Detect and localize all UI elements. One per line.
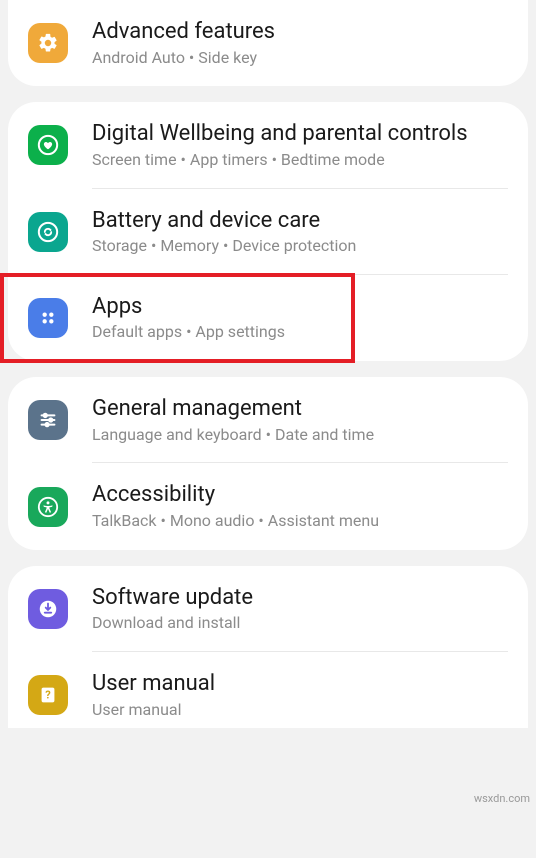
settings-group: Advanced features Android Auto • Side ke… [8, 0, 528, 86]
settings-item-text: User manual User manual [92, 670, 508, 720]
settings-item-accessibility[interactable]: Accessibility TalkBack • Mono audio • As… [8, 463, 528, 549]
settings-item-user-manual[interactable]: ? User manual User manual [8, 652, 528, 728]
settings-item-subtitle: User manual [92, 700, 508, 721]
settings-item-text: Apps Default apps • App settings [92, 293, 333, 343]
settings-group: Digital Wellbeing and parental controls … [8, 102, 528, 361]
settings-group: Software update Download and install ? U… [8, 566, 528, 729]
settings-item-battery-care[interactable]: Battery and device care Storage • Memory… [8, 189, 528, 275]
settings-item-title: Digital Wellbeing and parental controls [92, 120, 508, 148]
settings-item-software-update[interactable]: Software update Download and install [8, 566, 528, 652]
settings-item-subtitle: Storage • Memory • Device protection [92, 236, 508, 257]
watermark-text: wsxdn.com [474, 792, 530, 805]
download-circle-icon [28, 589, 68, 629]
dots-grid-icon [28, 298, 68, 338]
settings-item-text: Accessibility TalkBack • Mono audio • As… [92, 481, 508, 531]
book-question-icon: ? [28, 675, 68, 715]
settings-item-digital-wellbeing[interactable]: Digital Wellbeing and parental controls … [8, 102, 528, 188]
settings-item-general-management[interactable]: General management Language and keyboard… [8, 377, 528, 463]
settings-item-text: Software update Download and install [92, 584, 508, 634]
svg-text:?: ? [45, 689, 51, 702]
sliders-icon [28, 400, 68, 440]
settings-item-text: General management Language and keyboard… [92, 395, 508, 445]
settings-item-title: Advanced features [92, 18, 508, 46]
refresh-circle-icon [28, 212, 68, 252]
settings-item-title: User manual [92, 670, 508, 698]
settings-item-subtitle: Download and install [92, 613, 508, 634]
settings-item-text: Digital Wellbeing and parental controls … [92, 120, 508, 170]
settings-item-title: Accessibility [92, 481, 508, 509]
settings-item-title: Software update [92, 584, 508, 612]
settings-item-subtitle: Screen time • App timers • Bedtime mode [92, 150, 508, 171]
settings-item-apps[interactable]: Apps Default apps • App settings [2, 275, 353, 361]
person-circle-icon [28, 487, 68, 527]
settings-item-text: Battery and device care Storage • Memory… [92, 207, 508, 257]
gear-plus-icon [28, 23, 68, 63]
settings-item-subtitle: Default apps • App settings [92, 322, 333, 343]
settings-item-text: Advanced features Android Auto • Side ke… [92, 18, 508, 68]
settings-item-title: Apps [92, 293, 333, 321]
heart-circle-icon [28, 125, 68, 165]
settings-item-subtitle: Android Auto • Side key [92, 48, 508, 69]
settings-item-subtitle: TalkBack • Mono audio • Assistant menu [92, 511, 508, 532]
settings-item-title: Battery and device care [92, 207, 508, 235]
settings-group: General management Language and keyboard… [8, 377, 528, 550]
settings-item-subtitle: Language and keyboard • Date and time [92, 425, 508, 446]
settings-item-advanced-features[interactable]: Advanced features Android Auto • Side ke… [8, 0, 528, 86]
settings-item-title: General management [92, 395, 508, 423]
